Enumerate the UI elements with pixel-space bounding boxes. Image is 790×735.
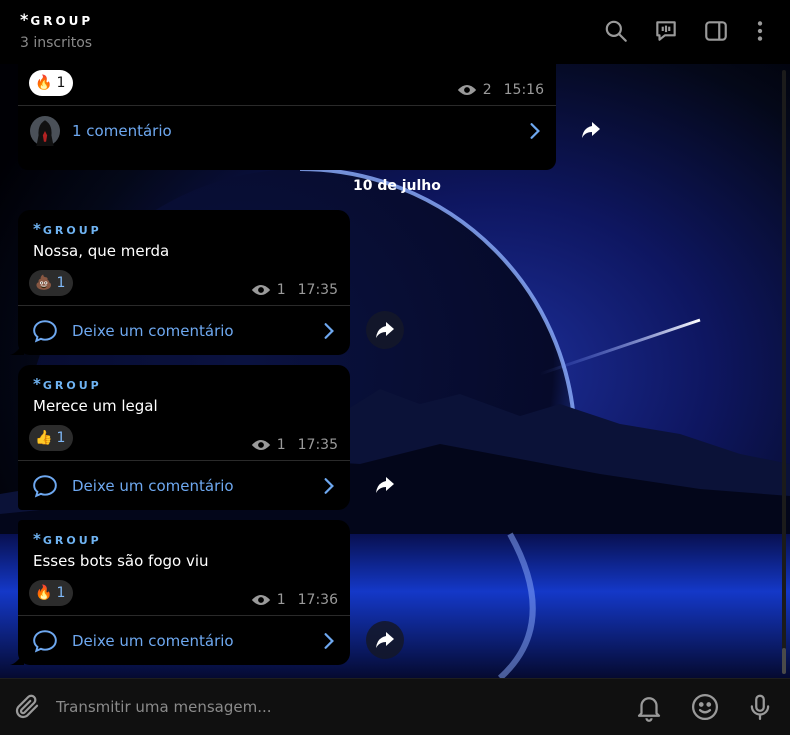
message-meta: 1 17:35	[251, 282, 338, 298]
views-eye-icon	[457, 85, 476, 95]
message-bubble[interactable]: 🔥 1 2 15:16 1 comentário	[18, 64, 556, 170]
sidebar-toggle-icon[interactable]	[703, 18, 729, 44]
comments-link[interactable]: 1 comentário	[18, 106, 556, 156]
channel-title[interactable]: * GROUP	[20, 10, 93, 29]
forward-icon	[582, 122, 600, 138]
microphone-icon[interactable]	[745, 692, 775, 722]
subscriber-count: 3 inscritos	[20, 35, 93, 51]
reaction-chip[interactable]: 💩 1	[29, 270, 74, 296]
message-bubble[interactable]: * GROUP Merece um legal 👍 1 1 17:35 Deixe…	[18, 365, 350, 510]
leave-comment-link[interactable]: Deixe um comentário	[18, 461, 350, 511]
comment-bubble-icon	[33, 630, 57, 653]
message-sender[interactable]: * GROUP	[33, 220, 102, 238]
attach-paperclip-icon[interactable]	[12, 692, 42, 722]
live-stream-icon[interactable]	[653, 18, 679, 44]
commenter-avatar	[30, 116, 60, 146]
chevron-right-icon	[324, 478, 334, 494]
scrollbar-track[interactable]	[782, 70, 786, 672]
bubble-tail	[10, 651, 24, 665]
forward-icon	[376, 477, 394, 493]
leave-comment-link[interactable]: Deixe um comentário	[18, 306, 350, 356]
forward-button[interactable]	[572, 111, 610, 149]
scrollbar-thumb[interactable]	[782, 648, 786, 674]
message-input[interactable]	[56, 691, 596, 723]
message-bubble[interactable]: * GROUP Nossa, que merda 💩 1 1 17:35 Deix…	[10, 210, 350, 356]
message-sender[interactable]: * GROUP	[33, 530, 102, 548]
views-eye-icon	[251, 440, 270, 450]
chevron-right-icon	[324, 323, 334, 339]
views-eye-icon	[251, 285, 270, 295]
chevron-right-icon	[324, 633, 334, 649]
comment-bubble-icon	[33, 320, 57, 343]
chat-header[interactable]: * GROUP 3 inscritos	[0, 0, 790, 64]
message-meta: 1 17:36	[251, 592, 338, 608]
more-menu-icon[interactable]	[747, 18, 773, 44]
chevron-right-icon	[530, 123, 540, 139]
bell-icon[interactable]	[634, 692, 664, 722]
bubble-tail	[10, 341, 24, 355]
views-eye-icon	[251, 595, 270, 605]
reaction-chip[interactable]: 🔥 1	[29, 580, 74, 606]
reaction-chip[interactable]: 🔥 1	[29, 70, 74, 96]
search-icon[interactable]	[603, 18, 629, 44]
message-composer	[0, 678, 790, 735]
message-text: Esses bots são fogo viu	[33, 552, 209, 570]
message-meta: 1 17:35	[251, 437, 338, 453]
reaction-chip[interactable]: 👍 1	[29, 425, 74, 451]
forward-icon	[376, 322, 394, 338]
emoji-smile-icon[interactable]	[690, 692, 720, 722]
leave-comment-link[interactable]: Deixe um comentário	[18, 616, 350, 666]
forward-button[interactable]	[366, 621, 404, 659]
comment-bubble-icon	[33, 475, 57, 498]
message-sender[interactable]: * GROUP	[33, 375, 102, 393]
forward-icon	[376, 632, 394, 648]
forward-button[interactable]	[366, 311, 404, 349]
message-bubble[interactable]: * GROUP Esses bots são fogo viu 🔥 1 1 17:…	[10, 520, 350, 666]
message-list[interactable]: 🔥 1 2 15:16 1 comentário 10 de julho * GR…	[0, 64, 790, 678]
date-separator: 10 de julho	[353, 178, 441, 194]
message-text: Merece um legal	[33, 397, 158, 415]
forward-button[interactable]	[366, 466, 404, 504]
message-text: Nossa, que merda	[33, 242, 170, 260]
message-meta: 2 15:16	[457, 82, 544, 98]
